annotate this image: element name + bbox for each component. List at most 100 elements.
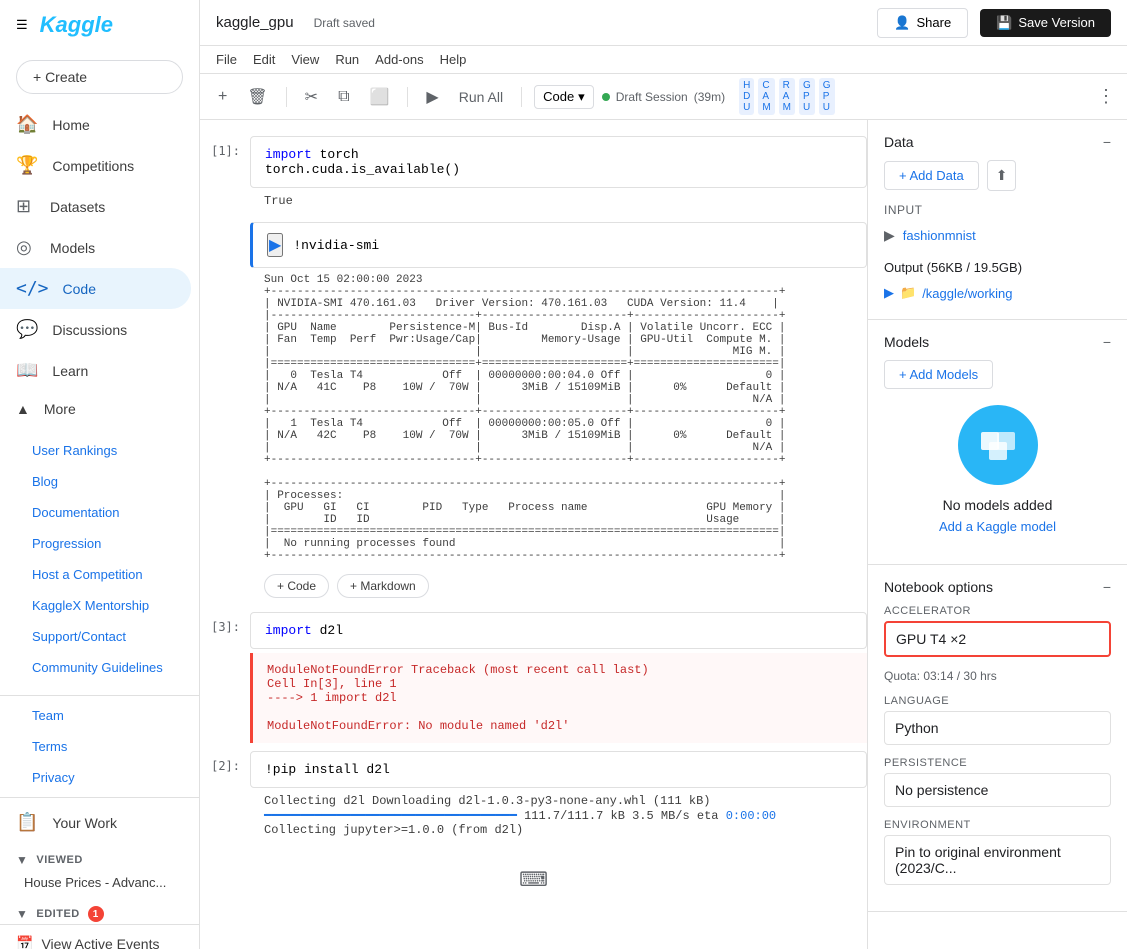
cell-4-input[interactable]: !pip install d2l xyxy=(250,751,867,788)
cut-button[interactable]: ✂ xyxy=(299,83,324,111)
cell-2-output: Sun Oct 15 02:00:00 2023 +--------------… xyxy=(250,268,867,568)
sidebar-item-learn[interactable]: 📖 Learn xyxy=(0,350,191,391)
more-toolbar-button[interactable]: ⋮ xyxy=(1097,86,1115,107)
accelerator-value[interactable]: GPU T4 ×2 xyxy=(884,621,1111,657)
menu-run[interactable]: Run xyxy=(335,48,359,71)
sidebar-item-more-toggle[interactable]: ▲ More xyxy=(0,391,199,427)
learn-icon: 📖 xyxy=(16,360,38,381)
sidebar-sub-blog[interactable]: Blog xyxy=(0,466,199,497)
share-label: Share xyxy=(917,15,952,30)
sidebar-sub-support[interactable]: Support/Contact xyxy=(0,621,199,652)
sidebar-more-section: User Rankings Blog Documentation Progres… xyxy=(0,427,199,691)
cell-3-input[interactable]: import d2l xyxy=(250,612,867,649)
input-file-item[interactable]: ▶ fashionmnist xyxy=(884,223,1111,248)
language-value[interactable]: Python xyxy=(884,711,1111,745)
notebook-toolbar: + 🗑 ✂ ⧉ ⬜ ▶ Run All Code ▾ Draft Session… xyxy=(200,74,1127,120)
models-icon: ◎ xyxy=(16,237,36,258)
cell-type-label: Code xyxy=(543,89,574,104)
viewed-collapse-icon[interactable]: ▼ xyxy=(16,853,28,867)
run-all-button[interactable]: Run All xyxy=(453,85,509,109)
upload-button[interactable]: ⬆ xyxy=(987,160,1017,191)
sidebar-sub-kagglexmentorship[interactable]: KaggleX Mentorship xyxy=(0,590,199,621)
data-collapse-icon[interactable]: − xyxy=(1103,134,1111,150)
menu-help[interactable]: Help xyxy=(440,48,467,71)
sidebar-item-discussions[interactable]: 💬 Discussions xyxy=(0,309,191,350)
sidebar-sub-privacy[interactable]: Privacy xyxy=(0,762,199,793)
notebook-options-label: Notebook options xyxy=(884,579,993,595)
persistence-value[interactable]: No persistence xyxy=(884,773,1111,807)
save-version-button[interactable]: 💾 Save Version xyxy=(980,9,1111,37)
output-folder-path: /kaggle/working xyxy=(922,286,1012,301)
cell-1-input[interactable]: import torch torch.cuda.is_available() xyxy=(250,136,867,188)
more-chevron-icon: ▲ xyxy=(16,401,30,417)
cell-1-output: True xyxy=(250,188,867,214)
edited-section-header[interactable]: ▼ EDITED 1 xyxy=(0,900,199,924)
language-label: LANGUAGE xyxy=(884,695,1111,707)
model-cube-svg xyxy=(973,420,1023,470)
hamburger-icon[interactable]: ☰ xyxy=(16,17,28,33)
sidebar-item-your-work[interactable]: 📋 Your Work xyxy=(0,802,191,843)
run-cell-button[interactable]: ▶ xyxy=(420,83,444,111)
add-code-button[interactable]: + Code xyxy=(264,574,329,598)
sidebar-sub-team[interactable]: Team xyxy=(0,700,199,731)
add-data-button[interactable]: + Add Data xyxy=(884,161,979,190)
sidebar-item-competitions[interactable]: 🏆 Competitions xyxy=(0,145,191,186)
sidebar-sub-community[interactable]: Community Guidelines xyxy=(0,652,199,683)
save-version-label: Save Version xyxy=(1018,15,1095,30)
menu-view[interactable]: View xyxy=(291,48,319,71)
menu-bar: File Edit View Run Add-ons Help xyxy=(200,46,1127,74)
options-collapse-icon[interactable]: − xyxy=(1103,579,1111,595)
add-kaggle-model-link[interactable]: Add a Kaggle model xyxy=(939,519,1056,534)
environment-value[interactable]: Pin to original environment (2023/C... xyxy=(884,835,1111,885)
menu-addons[interactable]: Add-ons xyxy=(375,48,423,71)
sidebar-item-your-work-label: Your Work xyxy=(52,815,117,831)
models-collapse-icon[interactable]: − xyxy=(1103,334,1111,350)
delete-cell-button[interactable]: 🗑 xyxy=(241,83,273,111)
edited-collapse-icon[interactable]: ▼ xyxy=(16,907,28,921)
add-markdown-button[interactable]: + Markdown xyxy=(337,574,429,598)
output-folder-expand-icon[interactable]: ▶ xyxy=(884,285,894,301)
code-icon: </> xyxy=(16,278,49,299)
add-cell-button[interactable]: + xyxy=(212,84,233,110)
sidebar-item-datasets[interactable]: ⊞ Datasets xyxy=(0,186,191,227)
cell-2: ▶ !nvidia-smi Sun Oct 15 02:00:00 2023 +… xyxy=(200,222,867,604)
sidebar-sub-terms[interactable]: Terms xyxy=(0,731,199,762)
sidebar-sub-user-rankings[interactable]: User Rankings xyxy=(0,435,199,466)
gpu-chip-gpu2: GPU xyxy=(819,78,835,115)
sidebar-item-home[interactable]: 🏠 Home xyxy=(0,104,191,145)
notebook-content: [1]: import torch torch.cuda.is_availabl… xyxy=(200,120,1127,949)
sidebar-item-models[interactable]: ◎ Models xyxy=(0,227,191,268)
paste-button[interactable]: ⬜ xyxy=(364,83,396,111)
viewed-item-house-prices[interactable]: House Prices - Advanc... xyxy=(0,869,199,896)
menu-file[interactable]: File xyxy=(216,48,237,71)
share-button[interactable]: 👤 Share xyxy=(877,8,968,38)
menu-edit[interactable]: Edit xyxy=(253,48,275,71)
model-cube-icon xyxy=(958,405,1038,485)
sidebar-item-more-label: More xyxy=(44,401,76,417)
models-section: Models − + Add Models No models added Ad… xyxy=(868,320,1127,565)
home-icon: 🏠 xyxy=(16,114,38,135)
gpu-chip-gpu1: GPU xyxy=(799,78,815,115)
cell-3-number: [3]: xyxy=(200,612,250,743)
sidebar-sub-documentation[interactable]: Documentation xyxy=(0,497,199,528)
copy-button[interactable]: ⧉ xyxy=(332,84,355,110)
add-models-button[interactable]: + Add Models xyxy=(884,360,993,389)
cell-type-dropdown[interactable]: Code ▾ xyxy=(534,85,594,109)
session-label: Draft Session xyxy=(616,90,688,104)
sidebar-sub-progression[interactable]: Progression xyxy=(0,528,199,559)
persistence-label: PERSISTENCE xyxy=(884,757,1111,769)
environment-label: ENVIRONMENT xyxy=(884,819,1111,831)
input-expand-icon[interactable]: ▶ xyxy=(884,227,895,244)
output-folder-item[interactable]: ▶ 📁 /kaggle/working xyxy=(884,281,1111,305)
viewed-section-header[interactable]: ▼ VIEWED xyxy=(0,847,199,869)
edited-badge: 1 xyxy=(88,906,104,922)
save-icon: 💾 xyxy=(996,15,1012,31)
no-models-label: No models added xyxy=(943,497,1053,513)
sidebar-item-code[interactable]: </> Code xyxy=(0,268,191,309)
create-button[interactable]: + Create xyxy=(16,60,183,94)
cell-run-button[interactable]: ▶ xyxy=(267,233,283,257)
cell-2-input[interactable]: ▶ !nvidia-smi xyxy=(250,222,867,268)
view-active-events-button[interactable]: 📅 View Active Events xyxy=(0,924,199,949)
kaggle-logo: Kaggle xyxy=(40,12,113,38)
sidebar-sub-host-competition[interactable]: Host a Competition xyxy=(0,559,199,590)
